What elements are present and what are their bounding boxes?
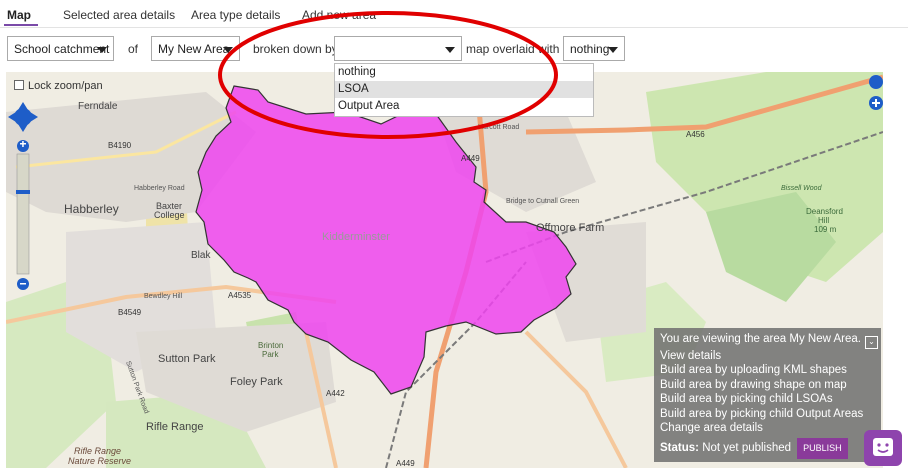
map-road-label-a4535: A4535 (228, 291, 252, 300)
map-overlaid-with-label: map overlaid with (466, 42, 560, 56)
chevron-down-icon (223, 47, 233, 53)
map-road-label-b4549: B4549 (118, 308, 142, 317)
status-value: Not yet published (702, 442, 792, 455)
map-label-college: College (154, 210, 185, 220)
dropdown-option-output-area[interactable]: Output Area (335, 98, 593, 115)
zoom-in-plus-v (22, 141, 24, 147)
map-label-habberley-road: Habberley Road (134, 185, 185, 192)
map-label-blak: Blak (191, 250, 211, 261)
chevron-down-icon (608, 47, 618, 53)
chat-widget-button[interactable] (864, 430, 902, 466)
map-label-nature-reserve: Nature Reserve (68, 456, 131, 466)
tab-area-type-details[interactable]: Area type details (191, 8, 280, 22)
link-change-area-details[interactable]: Change area details (660, 421, 881, 435)
tab-map[interactable]: Map (7, 8, 31, 22)
map-road-label-b4190: B4190 (108, 141, 132, 150)
lock-zoom-pan-label: Lock zoom/pan (28, 80, 103, 92)
chevron-down-icon (445, 47, 455, 53)
link-pick-output-areas[interactable]: Build area by picking child Output Areas (660, 407, 881, 421)
overlay-select[interactable]: nothing (563, 36, 625, 61)
tab-add-new-area[interactable]: Add new area (302, 8, 376, 22)
map-label-hurcott-road: Hurcott Road (478, 124, 519, 131)
map-road-label-a442: A442 (326, 389, 345, 398)
map-label-foley-park: Foley Park (230, 376, 283, 388)
map-label-bewdley-hill: Bewdley Hill (144, 293, 183, 300)
publish-button[interactable]: PUBLISH (797, 438, 848, 459)
zoom-slider-track[interactable] (16, 153, 30, 275)
pan-up-icon[interactable] (18, 102, 28, 110)
expand-plus-v (875, 99, 877, 107)
map-label-hill: Hill (818, 216, 829, 225)
tab-active-indicator (4, 24, 38, 26)
zoom-out-minus (20, 283, 26, 285)
link-view-details[interactable]: View details (660, 349, 881, 363)
map-label-offmore-farm: Offmore Farm (536, 222, 604, 234)
map-label-habberley: Habberley (64, 202, 119, 216)
map-label-park: Park (262, 350, 279, 359)
lock-zoom-pan-toggle[interactable]: Lock zoom/pan (14, 80, 103, 92)
breakdown-dropdown-list: nothing LSOA Output Area (334, 63, 594, 117)
map-road-label-a449-bottom: A449 (396, 459, 415, 468)
dropdown-option-lsoa[interactable]: LSOA (335, 81, 593, 98)
map-road-label-a449: A449 (461, 154, 480, 163)
collapse-chevron-icon[interactable]: ⌄ (864, 336, 878, 349)
link-pick-lsoas[interactable]: Build area by picking child LSOAs (660, 392, 881, 406)
selector-row: School catchment of My New Area broken d… (0, 36, 908, 64)
map-label-cutnall: Bridge to Cutnall Green (506, 198, 579, 205)
viewing-text: You are viewing the area My New Area. (660, 333, 861, 345)
chevron-down-icon (97, 47, 107, 53)
lock-checkbox[interactable] (14, 80, 24, 90)
dropdown-option-nothing[interactable]: nothing (335, 64, 593, 81)
map-label-sutton-park: Sutton Park (158, 353, 216, 365)
tab-bar: Map Selected area details Area type deta… (0, 0, 908, 28)
of-label: of (128, 42, 139, 56)
chat-smiley-icon (873, 438, 893, 456)
area-type-select[interactable]: School catchment (7, 36, 114, 61)
breakdown-select[interactable] (334, 36, 462, 61)
map-label-deansford: Deansford (806, 207, 843, 216)
map-label-rifle-range-nature: Rifle Range (74, 446, 121, 456)
map-label-brinton: Brinton (258, 341, 283, 350)
tab-selected-area-details[interactable]: Selected area details (63, 8, 175, 22)
broken-down-by-label: broken down by (253, 42, 338, 56)
area-value: My New Area (158, 42, 230, 56)
map-label-ferndale: Ferndale (78, 101, 118, 112)
link-draw-shape[interactable]: Build area by drawing shape on map (660, 378, 881, 392)
area-type-value: School catchment (14, 42, 110, 56)
layer-switcher-icon[interactable] (869, 75, 883, 89)
map-label-rifle-range: Rifle Range (146, 421, 203, 433)
map-road-label-a456: A456 (686, 130, 705, 139)
area-select[interactable]: My New Area (151, 36, 240, 61)
pan-center[interactable] (14, 108, 32, 126)
overlay-value: nothing (570, 42, 610, 56)
map-label-bissell-wood: Bissell Wood (781, 185, 823, 192)
zoom-slider-handle[interactable] (16, 190, 30, 194)
map-label-kidderminster: Kidderminster (322, 231, 390, 243)
zoom-control[interactable] (16, 140, 30, 290)
map-label-elevation: 109 m (814, 225, 837, 234)
status-label: Status: (660, 442, 699, 455)
map-view[interactable]: Ferndale Habberley Habberley Road Baxter… (6, 72, 883, 468)
area-info-panel: You are viewing the area My New Area. ⌄ V… (654, 328, 881, 462)
link-upload-kml[interactable]: Build area by uploading KML shapes (660, 363, 881, 377)
